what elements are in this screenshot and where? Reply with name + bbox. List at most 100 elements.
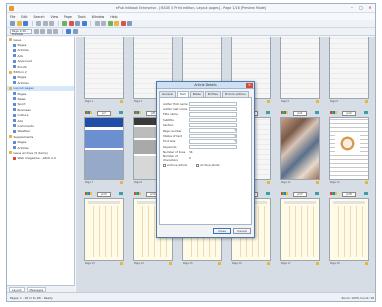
page-thumbnail[interactable]: p13 Page 13	[84, 191, 124, 265]
cut-icon[interactable]	[36, 21, 41, 26]
menu-tools[interactable]: Tools	[78, 15, 86, 19]
page-label: p7	[97, 110, 111, 116]
article-details-dialog: Article Details ✕ General Text Notes Profil…	[156, 81, 255, 238]
tree-item-label: Ads	[17, 118, 23, 123]
page-preview[interactable]	[84, 117, 124, 180]
field-label: Font size	[163, 139, 176, 144]
checkbox-box[interactable]	[163, 163, 166, 167]
page-caption: Page 6	[329, 100, 369, 104]
page-preview[interactable]	[280, 198, 320, 261]
menu-edit[interactable]: Edit	[21, 15, 27, 19]
star-icon[interactable]	[114, 21, 119, 26]
new-icon[interactable]	[10, 21, 15, 26]
alert-icon[interactable]	[120, 21, 126, 26]
field-dropdown[interactable]	[189, 133, 237, 139]
preview-icon[interactable]	[81, 21, 87, 26]
field-input[interactable]	[189, 101, 237, 106]
page-preview[interactable]	[280, 37, 320, 99]
page-caption-text: Page 15	[183, 262, 193, 265]
dialog-tab[interactable]: Profiles	[204, 91, 221, 97]
field-dropdown[interactable]	[189, 139, 237, 144]
page-label: p11	[293, 110, 307, 116]
page-caption-text: Page 14	[134, 262, 144, 265]
lock-icon	[218, 262, 221, 265]
minimize-icon[interactable]: –	[348, 5, 356, 11]
menu-window[interactable]: Window	[92, 15, 105, 19]
menu-help[interactable]: Help	[110, 15, 117, 19]
maximize-icon[interactable]: □	[357, 5, 365, 11]
dialog-tab[interactable]: Picture options	[221, 91, 249, 97]
menu-file[interactable]: File	[10, 15, 15, 19]
page-preview[interactable]	[280, 117, 320, 180]
archive-photo-checkbox[interactable]: Archive photo	[196, 163, 220, 167]
close-icon[interactable]: ✕	[366, 5, 374, 11]
field-dropdown[interactable]	[189, 128, 237, 133]
page-preview[interactable]	[84, 37, 124, 99]
zoom-in-icon[interactable]	[94, 21, 100, 26]
export-icon[interactable]	[127, 21, 132, 26]
refresh-icon[interactable]	[107, 21, 113, 26]
page-thumbnail[interactable]: p1Page 1	[84, 37, 124, 103]
lock-icon	[169, 262, 172, 265]
page-thumbnail[interactable]: p7 Page 7	[84, 110, 124, 184]
list-view-icon[interactable]	[72, 29, 78, 34]
folder-icon	[9, 135, 12, 139]
form-row: Status of text	[163, 133, 248, 139]
close-button[interactable]: Close	[213, 228, 231, 234]
dialog-tab[interactable]: Text	[177, 91, 189, 97]
folder-icon	[9, 151, 12, 155]
page-preview[interactable]	[84, 198, 124, 261]
paste-icon[interactable]	[49, 21, 54, 26]
checkbox-box[interactable]	[196, 163, 200, 167]
navigation-tree: Issue Pages Articles Ads Approved Proofs Editi…	[7, 37, 74, 161]
field-input[interactable]	[189, 117, 237, 123]
first-page-icon[interactable]	[33, 29, 39, 34]
field-input[interactable]	[189, 123, 237, 128]
add-page-icon[interactable]	[62, 21, 67, 26]
page-thumbnail[interactable]: p11 Page 11	[280, 110, 320, 184]
field-input[interactable]	[189, 144, 237, 150]
page-label: p12	[342, 110, 356, 116]
folder-icon	[9, 38, 12, 42]
lock-icon	[316, 181, 319, 184]
tree-item[interactable]: Web magazine - ePub 2.0	[7, 156, 74, 161]
print-icon[interactable]	[75, 21, 80, 26]
dialog-tabs: General Text Notes Profiles Picture options	[157, 89, 254, 97]
page-caption: Page 18	[329, 262, 369, 266]
color-swatch-icon	[134, 192, 141, 195]
dialog-tab[interactable]: Notes	[189, 91, 204, 97]
page-thumbnail[interactable]: p17 Page 17	[280, 191, 320, 265]
copy-icon[interactable]	[42, 21, 48, 26]
dialog-tab[interactable]: General	[159, 91, 177, 97]
menu-search[interactable]: Search	[34, 15, 45, 19]
menu-page[interactable]: Page	[64, 15, 72, 19]
dialog-close-icon[interactable]: ✕	[246, 83, 253, 88]
cancel-button[interactable]: Cancel	[233, 228, 251, 234]
page-caption-text: Page 16	[232, 262, 242, 265]
prev-page-icon[interactable]	[40, 29, 45, 34]
menu-view[interactable]: View	[50, 15, 58, 19]
tree-item-label: Weather	[17, 129, 31, 134]
grid-view-icon[interactable]	[66, 29, 71, 34]
tree-item-label: Edition 2	[13, 70, 27, 75]
archive-article-checkbox[interactable]: Archive article	[163, 163, 187, 167]
lock-icon	[267, 181, 270, 184]
save-icon[interactable]	[23, 21, 28, 26]
page-thumbnail[interactable]: p18 Page 18	[329, 191, 369, 265]
page-selector[interactable]: Page 1/16 - Preview	[10, 29, 32, 36]
toolbar-separator	[31, 21, 33, 26]
field-input[interactable]	[189, 106, 237, 112]
open-icon[interactable]	[16, 21, 22, 26]
field-input[interactable]	[189, 112, 237, 117]
page-thumbnail[interactable]: p5Page 5	[280, 37, 320, 103]
page-preview[interactable]	[329, 117, 369, 180]
page-thumbnail[interactable]: p12 Page 12	[329, 110, 369, 184]
tree-item-label: Articles	[17, 48, 29, 53]
last-page-icon[interactable]	[53, 29, 58, 34]
delete-page-icon[interactable]	[68, 21, 74, 26]
zoom-out-icon[interactable]	[101, 21, 106, 26]
next-page-icon[interactable]	[46, 29, 52, 34]
page-preview[interactable]	[329, 37, 369, 99]
page-thumbnail[interactable]: p6Page 6	[329, 37, 369, 103]
page-preview[interactable]	[329, 198, 369, 261]
